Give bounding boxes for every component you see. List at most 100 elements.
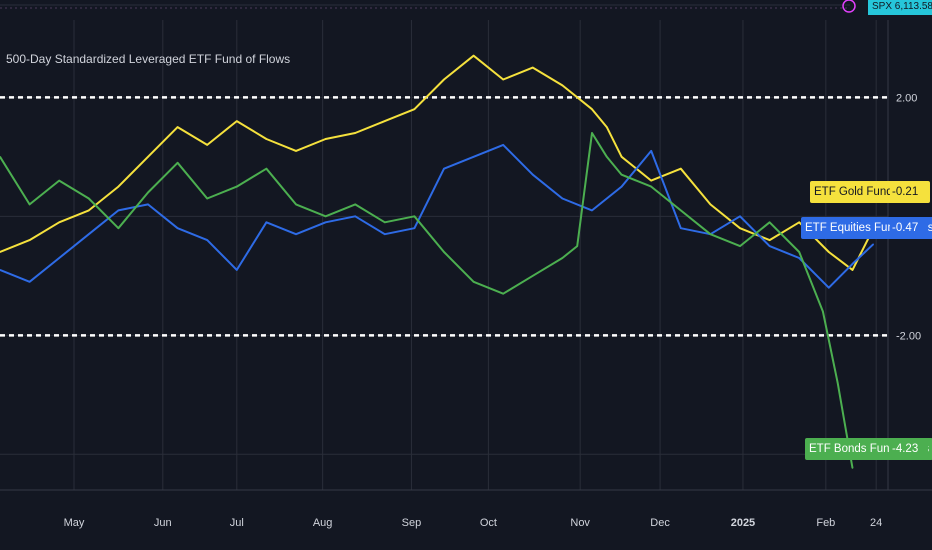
etf-equities-fund-flows-point [384, 233, 386, 235]
etf-gold-fund-flows-point [502, 78, 505, 81]
x-tick-label: Feb [816, 517, 835, 529]
etf-gold-fund-flows-point [606, 126, 608, 128]
etf-gold-fund-flows-line [0, 54, 875, 271]
etf-equities-fund-flows-point [443, 167, 445, 170]
etf-bonds-fund-flows-point [58, 179, 60, 182]
etf-equities-fund-flows-point [88, 233, 90, 235]
equities-value: -0.47 [892, 222, 919, 234]
etf-equities-fund-flows-point [650, 150, 652, 152]
x-tick-label: Oct [480, 517, 497, 529]
etf-equities-fund-flows-point [176, 227, 179, 230]
etf-equities-fund-flows-point [206, 239, 208, 241]
etf-gold-fund-flows-point [117, 185, 120, 188]
etf-bonds-fund-flows-point [606, 156, 608, 158]
etf-gold-fund-flows-point [472, 54, 475, 57]
etf-equities-fund-flows-point [532, 173, 534, 176]
etf-bonds-fund-flows-point [176, 161, 179, 164]
etf-equities-fund-flows-point [413, 227, 416, 230]
etf-equities-fund-flows-point [117, 209, 120, 212]
x-tick-label: Jul [230, 517, 244, 529]
etf-equities-fund-flows-point [324, 221, 327, 224]
bonds-value: -4.23 [892, 443, 919, 455]
etf-bonds-fund-flows-point [413, 215, 416, 218]
etf-gold-fund-flows-point [88, 209, 90, 212]
x-tick-label: Dec [650, 517, 670, 529]
etf-equities-fund-flows-point [798, 257, 800, 259]
etf-equities-fund-flows-point [872, 243, 874, 246]
etf-bonds-fund-flows-point [206, 197, 208, 200]
etf-bonds-fund-flows-point [576, 245, 578, 247]
etf-equities-fund-flows-point [561, 197, 564, 200]
gold-value-tag: -0.21 [890, 181, 928, 203]
chart-canvas: 2.00-2.00-4.00MayJunJulAugSepOctNovDec20… [0, 20, 932, 529]
etf-gold-fund-flows-point [384, 120, 386, 122]
etf-gold-fund-flows-point [650, 179, 652, 182]
etf-bonds-fund-flows-point [851, 467, 854, 469]
etf-bonds-fund-flows-point [88, 197, 90, 200]
x-tick-label: Nov [570, 517, 590, 529]
y-tick-label: 2.00 [896, 92, 917, 104]
etf-bonds-fund-flows-point [561, 257, 564, 259]
x-tick-label: Jun [154, 517, 172, 529]
etf-equities-fund-flows-point [236, 269, 238, 271]
etf-bonds-fund-flows-point [147, 191, 149, 194]
etf-bonds-fund-flows-point [236, 185, 238, 188]
etf-bonds-fund-flows-point [532, 275, 534, 277]
etf-gold-fund-flows-point [354, 132, 357, 134]
etf-bonds-fund-flows-point [354, 203, 357, 206]
etf-bonds-fund-flows-point [295, 203, 297, 206]
etf-equities-fund-flows-point [58, 257, 60, 259]
etf-gold-fund-flows-point [443, 78, 445, 81]
etf-gold-fund-flows-point [620, 156, 623, 158]
etf-equities-fund-flows-point [502, 144, 505, 146]
etf-gold-fund-flows-point [28, 239, 31, 241]
etf-bonds-fund-flows-point [620, 173, 623, 176]
etf-bonds-fund-flows-point [650, 185, 652, 188]
etf-equities-fund-flows-point [147, 203, 149, 206]
x-tick-label: May [64, 517, 85, 529]
etf-equities-fund-flows-point [265, 221, 268, 224]
etf-bonds-fund-flows-point [591, 132, 593, 134]
etf-gold-fund-flows-point [851, 269, 854, 271]
etf-gold-fund-flows-point [828, 251, 830, 253]
etf-gold-fund-flows-point [236, 120, 238, 122]
etf-bonds-fund-flows-point [768, 221, 771, 224]
etf-gold-fund-flows-point [768, 239, 771, 241]
etf-bonds-fund-flows-point [117, 227, 120, 230]
etf-gold-fund-flows-point [709, 203, 712, 206]
etf-bonds-fund-flows-point [739, 245, 741, 247]
bonds-value-tag: -4.23 [890, 438, 928, 460]
etf-gold-fund-flows-point [206, 144, 208, 146]
etf-gold-fund-flows-point [176, 126, 179, 128]
etf-bonds-fund-flows-point [324, 215, 327, 218]
etf-equities-fund-flows-point [739, 215, 741, 218]
etf-gold-fund-flows-point [561, 84, 564, 87]
equities-value-tag: -0.47 [890, 217, 928, 239]
etf-equities-fund-flows-point [295, 233, 297, 235]
etf-bonds-fund-flows-point [265, 167, 268, 170]
grid-lines [0, 20, 888, 490]
etf-bonds-fund-flows-point [28, 203, 31, 206]
etf-equities-fund-flows-point [472, 156, 475, 158]
chart-title: 500-Day Standardized Leveraged ETF Fund … [6, 52, 291, 66]
etf-gold-fund-flows-point [295, 150, 297, 152]
etf-gold-fund-flows-point [591, 108, 593, 111]
x-tick-label: Sep [402, 517, 422, 529]
etf-equities-fund-flows-point [620, 185, 623, 188]
etf-bonds-fund-flows-point [472, 280, 475, 283]
etf-bonds-fund-flows-point [822, 310, 824, 313]
etf-equities-fund-flows-point [828, 286, 830, 289]
etf-gold-fund-flows-point [798, 221, 800, 224]
etf-bonds-fund-flows-point [443, 251, 445, 253]
etf-gold-fund-flows-point [680, 167, 682, 170]
etf-bonds-fund-flows-point [384, 221, 386, 224]
etf-gold-fund-flows-point [265, 138, 268, 140]
etf-bonds-fund-flows-line [0, 132, 854, 469]
x-tick-label: Aug [313, 517, 333, 529]
etf-equities-fund-flows-point [768, 245, 771, 247]
etf-bonds-fund-flows-point [680, 209, 682, 212]
etf-gold-fund-flows-point [147, 156, 149, 158]
gold-value: -0.21 [892, 186, 919, 198]
etf-bonds-fund-flows-point [709, 233, 712, 235]
etf-gold-fund-flows-point [324, 138, 327, 140]
